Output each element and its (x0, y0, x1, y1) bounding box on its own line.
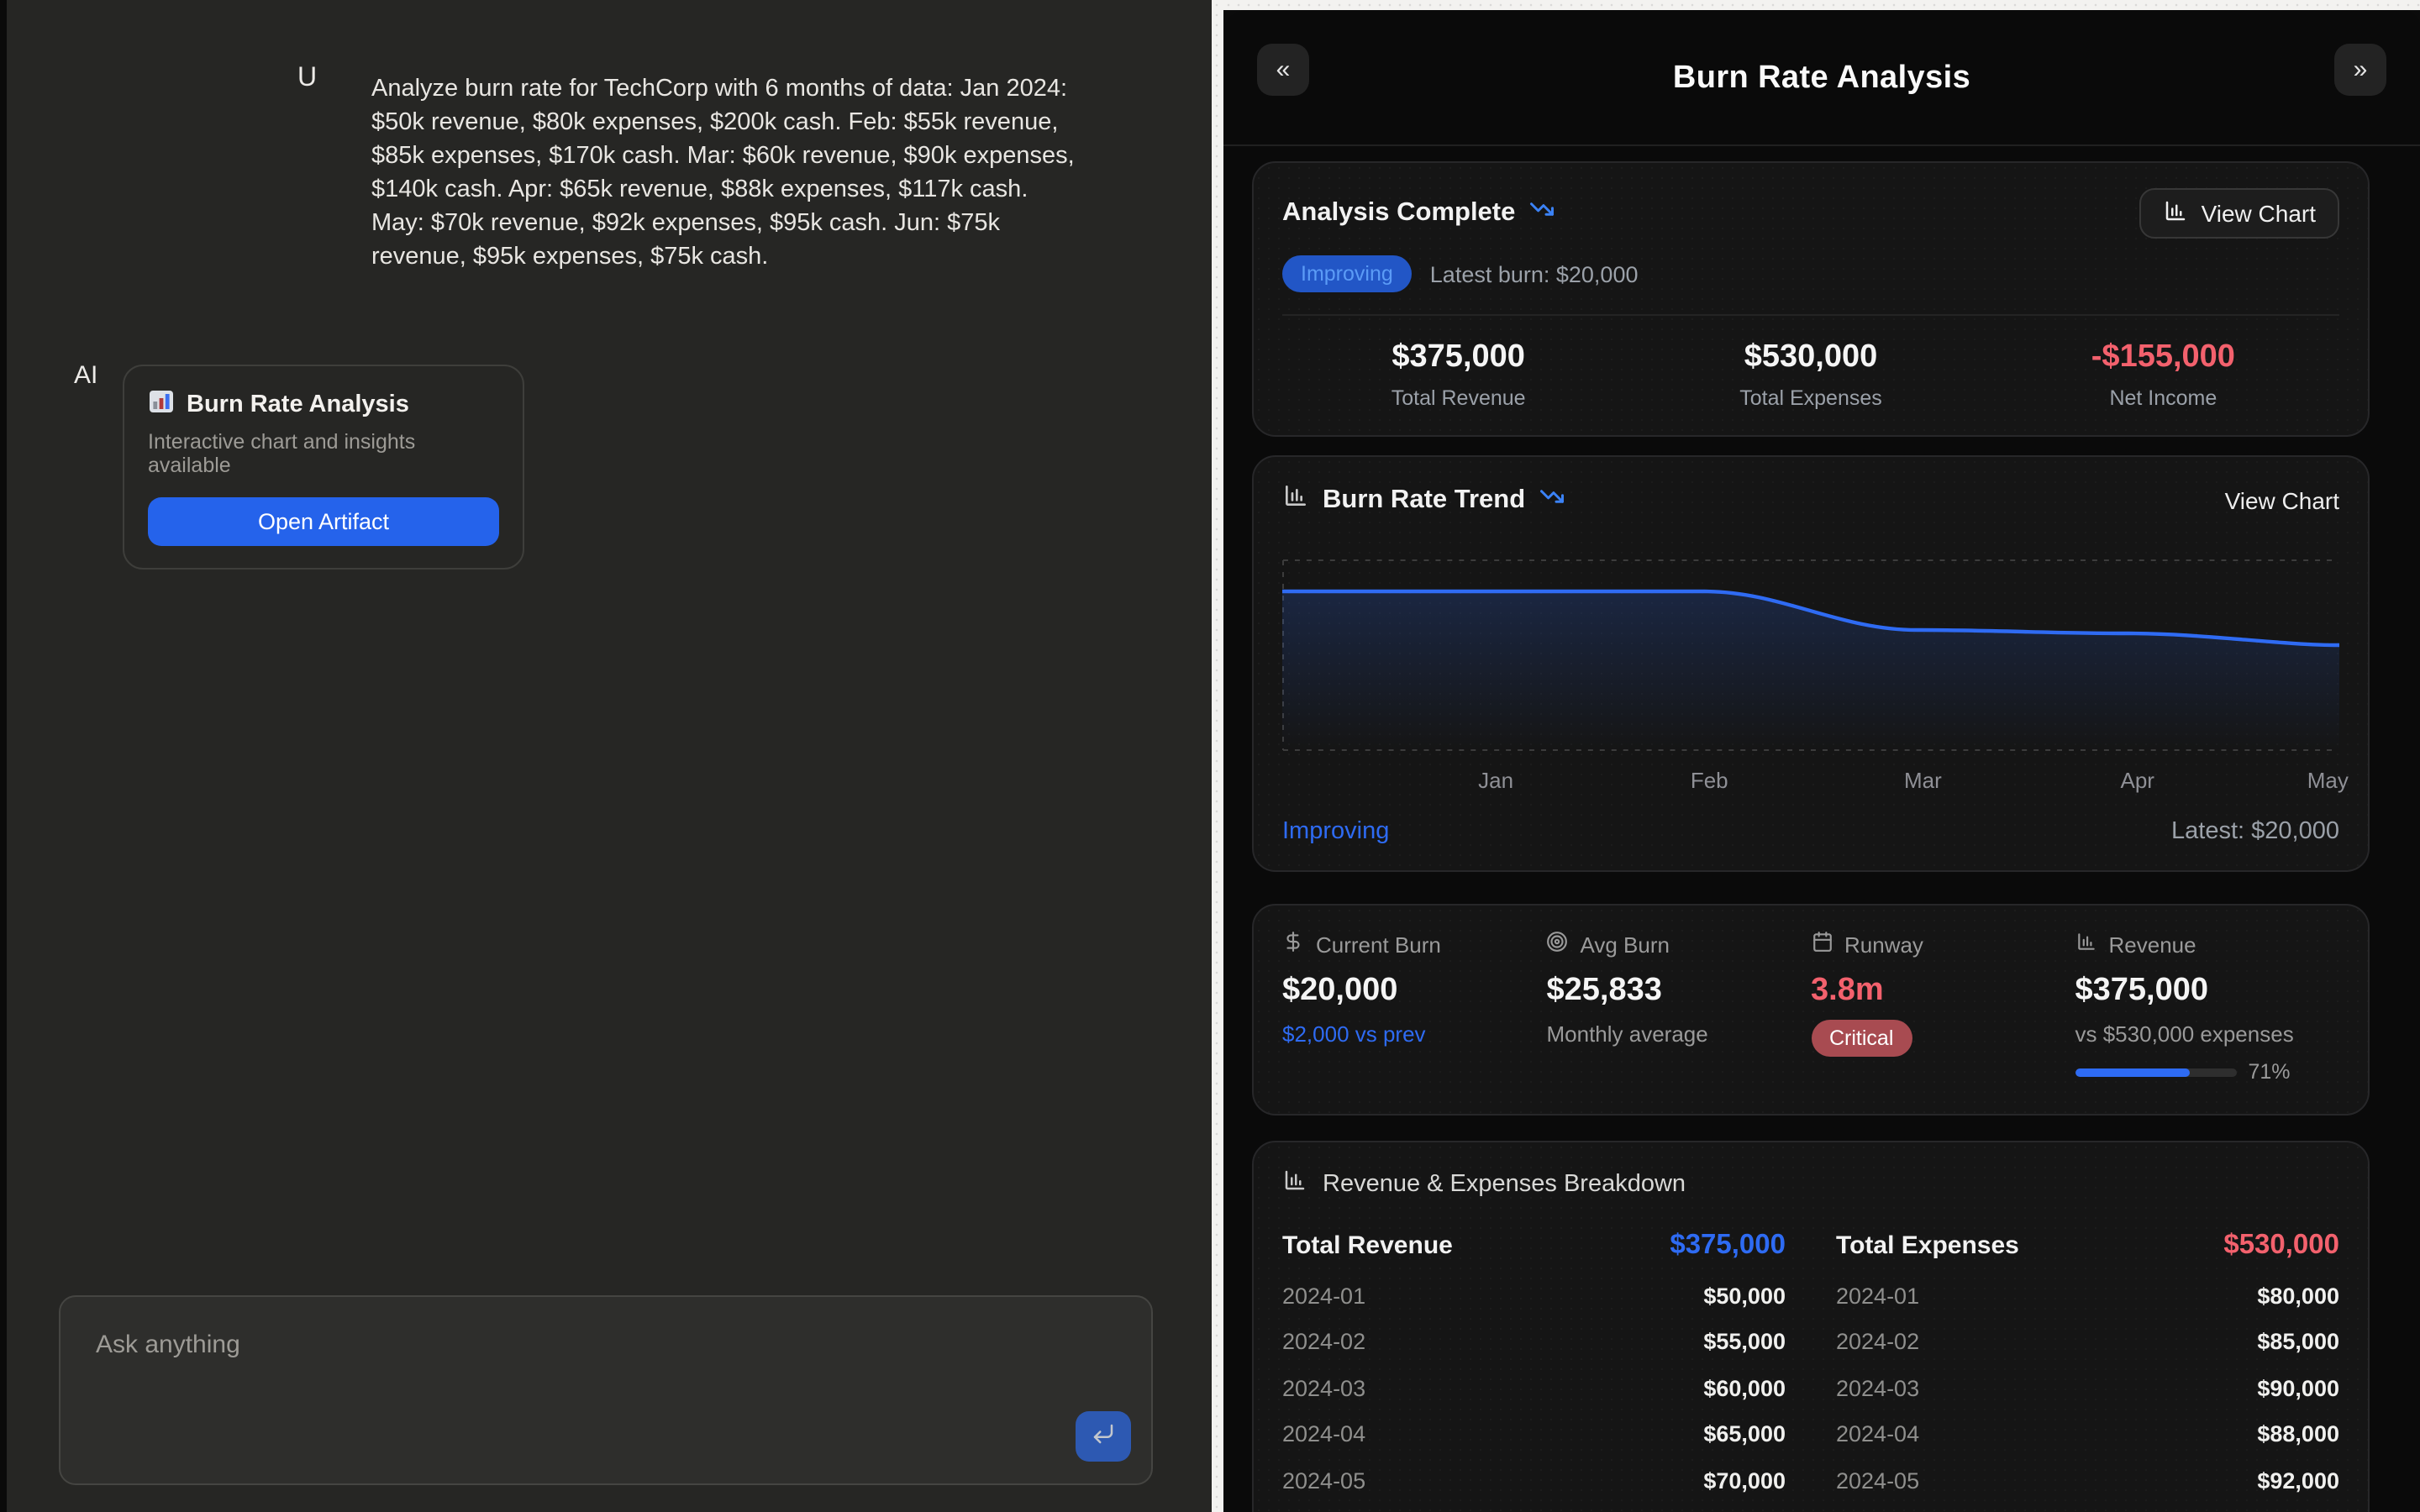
critical-badge: Critical (1811, 1020, 1912, 1057)
stat-total-expenses: $530,000 Total Expenses (1634, 339, 1986, 410)
table-row: 2024-04$65,000 (1282, 1421, 1786, 1446)
metric-current-burn: Current Burn $20,000 $2,000 vs prev (1282, 931, 1547, 1084)
user-avatar: U (297, 64, 317, 94)
panel-gap (1212, 0, 1223, 1512)
table-row: 2024-03$90,000 (1836, 1375, 2339, 1400)
artifact-panel-card: « Burn Rate Analysis » Analysis Complete (1223, 10, 2420, 1512)
table-row: 2024-01$50,000 (1282, 1283, 1786, 1308)
trend-title: Burn Rate Trend (1323, 485, 1525, 515)
metrics-card: Current Burn $20,000 $2,000 vs prev (1252, 904, 2370, 1116)
return-arrow-icon (1091, 1421, 1116, 1452)
chat-composer (59, 1295, 1153, 1485)
table-row: 2024-05$92,000 (1836, 1467, 2339, 1493)
trending-down-icon (1539, 483, 1564, 517)
view-chart-link[interactable]: View Chart (2225, 486, 2339, 513)
collapse-panel-button[interactable]: « (1257, 44, 1309, 96)
panel-header: « Burn Rate Analysis » (1223, 10, 2420, 146)
burn-rate-trend-card: Burn Rate Trend View Chart (1252, 455, 2370, 872)
metric-runway: Runway 3.8m Critical (1811, 931, 2075, 1084)
revenue-progress-bar (2075, 1068, 2237, 1076)
send-button[interactable] (1076, 1411, 1131, 1462)
expenses-column: Total Expenses $530,000 2024-01$80,000 2… (1836, 1230, 2339, 1512)
breakdown-title: Revenue & Expenses Breakdown (1323, 1170, 1686, 1197)
burn-rate-chart (1282, 559, 2339, 751)
open-artifact-button[interactable]: Open Artifact (148, 497, 499, 546)
bar-chart-icon (1282, 1168, 1307, 1200)
breakdown-card: Revenue & Expenses Breakdown Total Reven… (1252, 1141, 2370, 1512)
panel-title: Burn Rate Analysis (1223, 10, 2420, 97)
app: U Analyze burn rate for TechCorp with 6 … (0, 0, 2420, 1512)
table-row: 2024-01$80,000 (1836, 1283, 2339, 1308)
bar-chart-icon (2163, 198, 2188, 228)
table-row: 2024-04$88,000 (1836, 1421, 2339, 1446)
table-row: 2024-02$85,000 (1836, 1329, 2339, 1354)
revenue-column: Total Revenue $375,000 2024-01$50,000 20… (1282, 1230, 1786, 1512)
stat-net-income: -$155,000 Net Income (1987, 339, 2339, 410)
chat-input[interactable] (60, 1297, 1151, 1483)
artifact-subtitle: Interactive chart and insights available (148, 430, 499, 477)
bar-chart-icon (1282, 482, 1309, 517)
ai-avatar: AI (74, 361, 97, 390)
artifact-preview-card: Burn Rate Analysis Interactive chart and… (123, 365, 524, 570)
view-chart-button[interactable]: View Chart (2139, 188, 2339, 239)
stat-total-revenue: $375,000 Total Revenue (1282, 339, 1634, 410)
trending-down-icon (1528, 197, 1554, 230)
metric-avg-burn: Avg Burn $25,833 Monthly average (1547, 931, 1812, 1084)
bar-chart-emoji-icon (148, 388, 175, 422)
expand-panel-button[interactable]: » (2334, 44, 2386, 96)
progress-percent: 71% (2249, 1060, 2291, 1084)
divider (1282, 314, 2339, 316)
artifact-panel: « Burn Rate Analysis » Analysis Complete (1223, 0, 2420, 1512)
table-row: 2024-05$70,000 (1282, 1467, 1786, 1493)
trend-status: Improving (1282, 818, 1389, 845)
panel-content: Analysis Complete (1223, 146, 2420, 1512)
chat-panel: U Analyze burn rate for TechCorp with 6 … (0, 0, 1212, 1512)
user-message: Analyze burn rate for TechCorp with 6 mo… (371, 72, 1084, 274)
calendar-icon (1811, 931, 1833, 958)
expenses-total: $530,000 (2223, 1230, 2339, 1262)
trend-latest: Latest: $20,000 (2171, 818, 2339, 845)
revenue-total: $375,000 (1670, 1230, 1786, 1262)
latest-burn-text: Latest burn: $20,000 (1430, 261, 1639, 286)
metric-revenue: Revenue $375,000 vs $530,000 expenses 71… (2075, 931, 2340, 1084)
dollar-icon (1282, 931, 1304, 958)
bar-chart-icon (2075, 931, 2097, 958)
table-row: 2024-02$55,000 (1282, 1329, 1786, 1354)
status-badge: Improving (1282, 255, 1412, 292)
target-icon (1547, 931, 1569, 958)
left-edge-rail (0, 0, 7, 1512)
artifact-title: Burn Rate Analysis (187, 391, 409, 418)
table-row: 2024-03$60,000 (1282, 1375, 1786, 1400)
summary-title: Analysis Complete (1282, 198, 1515, 228)
analysis-summary-card: Analysis Complete (1252, 161, 2370, 437)
chart-x-axis: Jan Feb Mar Apr May (1282, 768, 2339, 795)
panel-top-strip (1223, 0, 2420, 10)
